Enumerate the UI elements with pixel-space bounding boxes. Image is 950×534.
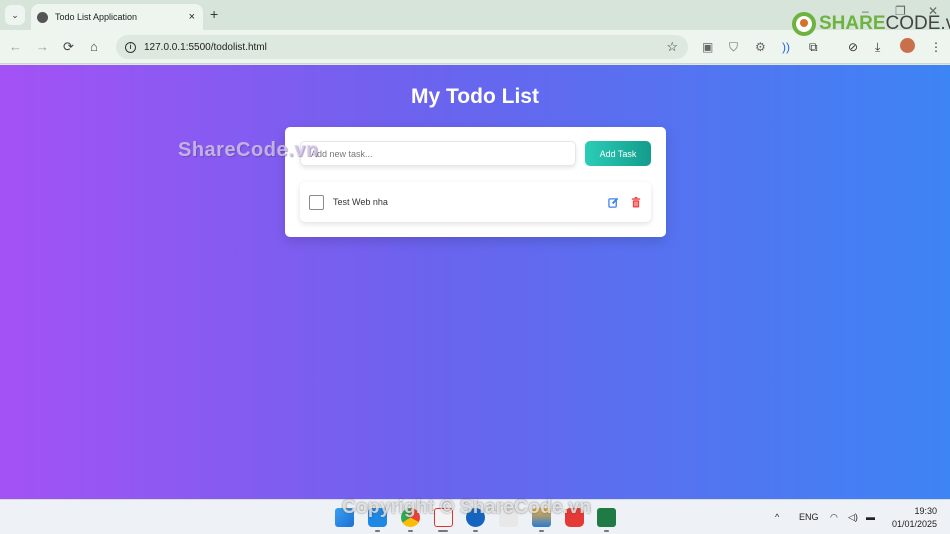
address-bar[interactable]: i 127.0.0.1:5500/todolist.html ☆ bbox=[116, 35, 688, 59]
todo-card: Add Task Test Web nha bbox=[285, 127, 666, 237]
running-indicator bbox=[438, 530, 448, 532]
page-title: My Todo List bbox=[411, 85, 539, 108]
running-indicator bbox=[539, 530, 544, 532]
back-button[interactable]: ← bbox=[9, 39, 22, 54]
puzzle-icon[interactable]: ⧉ bbox=[809, 40, 818, 55]
add-task-button[interactable]: Add Task bbox=[585, 141, 651, 166]
forward-button[interactable]: → bbox=[36, 39, 49, 54]
running-indicator bbox=[408, 530, 413, 532]
tab-close-icon[interactable]: × bbox=[189, 11, 195, 23]
new-task-input[interactable] bbox=[300, 141, 576, 166]
bookmark-star-icon[interactable]: ☆ bbox=[666, 39, 678, 55]
running-indicator bbox=[473, 530, 478, 532]
copyright-watermark: Copyright © ShareCode.vn bbox=[342, 497, 592, 518]
sharecode-logo: SHARECODE.vn bbox=[792, 12, 950, 36]
logo-text-green: SHARE bbox=[819, 13, 886, 34]
system-clock[interactable]: 19:30 01/01/2025 bbox=[892, 505, 937, 531]
shield-icon[interactable]: ⛉ bbox=[729, 40, 738, 55]
todo-page: My Todo List Add Task Test Web nha Share… bbox=[0, 65, 950, 499]
menu-dots-icon[interactable]: ⋮ bbox=[930, 40, 942, 54]
clock-date: 01/01/2025 bbox=[891, 519, 937, 529]
settings-badge-icon[interactable]: ⚙ bbox=[755, 40, 766, 54]
battery-icon[interactable]: ▬ bbox=[866, 512, 875, 522]
task-checkbox[interactable] bbox=[309, 194, 324, 210]
download-icon[interactable]: ⤓ bbox=[875, 40, 880, 55]
site-info-icon[interactable]: i bbox=[125, 41, 136, 53]
sharecode-logo-icon bbox=[792, 12, 816, 36]
watermark-text: ShareCode.vn bbox=[178, 139, 319, 161]
reload-button[interactable]: ⟳ bbox=[63, 39, 74, 55]
home-button[interactable]: ⌂ bbox=[90, 39, 98, 54]
logo-text-dark: CODE.vn bbox=[885, 13, 950, 34]
edit-icon[interactable] bbox=[605, 194, 621, 210]
language-indicator[interactable]: ENG bbox=[799, 512, 819, 522]
profile-avatar[interactable] bbox=[900, 38, 915, 53]
speedometer-icon[interactable]: ⊘ bbox=[848, 40, 858, 54]
running-indicator bbox=[375, 530, 380, 532]
read-aloud-icon[interactable]: )) bbox=[782, 40, 790, 54]
trash-icon[interactable] bbox=[628, 194, 644, 210]
clock-time: 19:30 bbox=[914, 506, 937, 516]
running-indicator bbox=[604, 530, 609, 532]
chevron-down-icon: ⌄ bbox=[11, 9, 19, 20]
new-tab-button[interactable]: + bbox=[210, 6, 218, 22]
excel-icon[interactable] bbox=[597, 508, 616, 527]
extension-stack-icon[interactable]: ▣ bbox=[702, 40, 713, 54]
task-item: Test Web nha bbox=[300, 182, 651, 222]
wifi-icon[interactable]: ◠ bbox=[830, 512, 838, 523]
tab-search-button[interactable]: ⌄ bbox=[5, 5, 25, 25]
globe-icon bbox=[37, 11, 48, 23]
tray-chevron-icon[interactable]: ^ bbox=[775, 512, 779, 522]
url-text[interactable]: 127.0.0.1:5500/todolist.html bbox=[144, 42, 666, 53]
volume-icon[interactable]: ◁) bbox=[848, 512, 858, 523]
task-text: Test Web nha bbox=[333, 197, 388, 207]
tab-title: Todo List Application bbox=[55, 12, 138, 22]
browser-tab-active[interactable]: Todo List Application × bbox=[31, 4, 203, 30]
